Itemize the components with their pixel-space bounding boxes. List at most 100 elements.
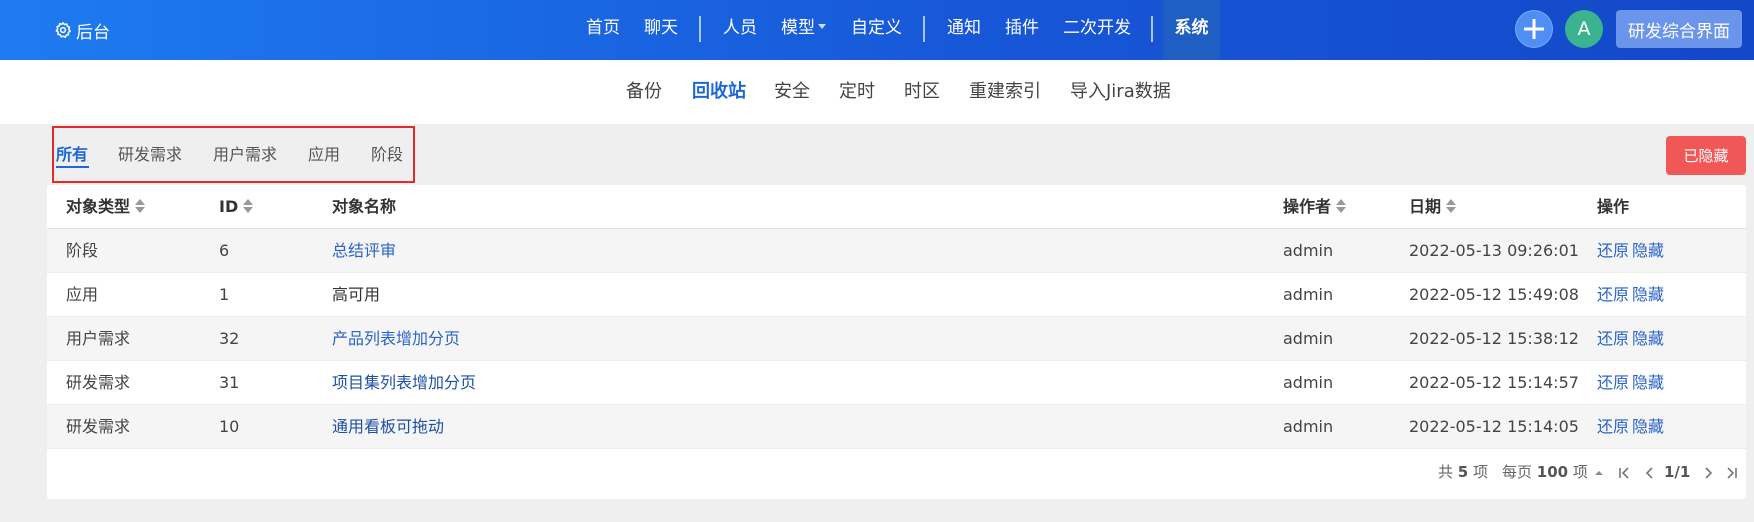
nav-chat[interactable]: 聊天 [644, 0, 678, 60]
nav-people[interactable]: 人员 [723, 0, 757, 60]
avatar[interactable]: A [1565, 10, 1603, 48]
pager-page-indicator: 1/1 [1664, 463, 1691, 481]
col-id-label: ID [219, 197, 239, 216]
col-date-label: 日期 [1409, 197, 1442, 216]
nav-model-label: 模型 [781, 18, 815, 38]
row-object-type: 用户需求 [66, 329, 131, 348]
table-row: 用户需求 32 产品列表增加分页 admin 2022-05-12 15:38:… [47, 317, 1746, 361]
row-object-type: 阶段 [66, 241, 99, 260]
row-operator: admin [1283, 285, 1334, 304]
subnav-import-jira[interactable]: 导入Jira数据 [1070, 60, 1171, 124]
sort-icon [1336, 199, 1347, 213]
main-nav: 首页 聊天 人员 模型 自定义 通知 插件 二次开发 系统 [0, 0, 1754, 60]
nav-home[interactable]: 首页 [586, 0, 620, 60]
table-row: 研发需求 10 通用看板可拖动 admin 2022-05-12 15:14:0… [47, 405, 1746, 449]
sort-icon [1446, 199, 1457, 213]
hide-button[interactable]: 隐藏 [1632, 241, 1664, 260]
tab-all[interactable]: 所有 [56, 143, 88, 167]
subnav-backup[interactable]: 备份 [626, 60, 662, 124]
hide-button[interactable]: 隐藏 [1632, 285, 1664, 304]
recycle-bin-table: 对象类型 ID 对象名称 操作者 日期 操作 阶段 6 总结评审 admin 2… [47, 185, 1746, 499]
next-page-icon[interactable] [1701, 466, 1715, 480]
row-date: 2022-05-12 15:49:08 [1409, 285, 1579, 304]
pager-per-page-count: 100 [1536, 463, 1569, 481]
row-object-name-link[interactable]: 通用看板可拖动 [332, 405, 444, 449]
pager-per-page-prefix: 每页 [1502, 463, 1533, 481]
pager-per-page[interactable]: 每页 100 项 [1502, 455, 1588, 489]
restore-button[interactable]: 还原 [1597, 373, 1629, 392]
col-object-name: 对象名称 [332, 197, 397, 216]
subnav-security[interactable]: 安全 [774, 60, 810, 124]
last-page-icon[interactable] [1725, 466, 1739, 480]
pager-total: 共 5 项 [1438, 455, 1488, 489]
hide-button[interactable]: 隐藏 [1632, 329, 1664, 348]
row-id: 10 [219, 417, 240, 436]
tab-user-requirement[interactable]: 用户需求 [213, 143, 277, 167]
hide-button[interactable]: 隐藏 [1632, 417, 1664, 436]
col-operator[interactable]: 操作者 [1283, 185, 1347, 229]
row-id: 31 [219, 373, 240, 392]
chevron-down-icon [818, 24, 826, 29]
row-date: 2022-05-12 15:14:57 [1409, 373, 1579, 392]
tab-application[interactable]: 应用 [308, 143, 340, 167]
row-id: 32 [219, 329, 240, 348]
first-page-icon[interactable] [1617, 466, 1631, 480]
row-operator: admin [1283, 241, 1334, 260]
row-date: 2022-05-13 09:26:01 [1409, 241, 1579, 260]
restore-button[interactable]: 还原 [1597, 241, 1629, 260]
row-actions: 还原 隐藏 [1597, 273, 1667, 317]
pager-total-count: 5 [1457, 463, 1469, 481]
col-object-type-label: 对象类型 [66, 197, 131, 216]
nav-secondary-dev[interactable]: 二次开发 [1063, 0, 1131, 60]
restore-button[interactable]: 还原 [1597, 329, 1629, 348]
row-object-type: 研发需求 [66, 417, 131, 436]
nav-model[interactable]: 模型 [781, 0, 826, 60]
table-row: 阶段 6 总结评审 admin 2022-05-13 09:26:01 还原 隐藏 [47, 229, 1746, 273]
nav-notify[interactable]: 通知 [947, 0, 981, 60]
sub-nav: 备份 回收站 安全 定时 时区 重建索引 导入Jira数据 [0, 60, 1754, 124]
prev-page-icon[interactable] [1643, 466, 1657, 480]
caret-up-icon[interactable] [1592, 466, 1606, 480]
nav-divider [1151, 16, 1153, 42]
restore-button[interactable]: 还原 [1597, 285, 1629, 304]
row-id: 6 [219, 241, 230, 260]
top-navbar: 后台 首页 聊天 人员 模型 自定义 通知 插件 二次开发 系统 A 研发综合界… [0, 0, 1754, 60]
row-actions: 还原 隐藏 [1597, 361, 1667, 405]
row-object-name-link[interactable]: 产品列表增加分页 [332, 317, 460, 361]
subnav-recycle-bin[interactable]: 回收站 [692, 60, 746, 124]
col-actions: 操作 [1597, 197, 1630, 216]
active-tab-indicator [56, 166, 89, 168]
table-header: 对象类型 ID 对象名称 操作者 日期 操作 [47, 185, 1746, 229]
add-button[interactable] [1515, 10, 1553, 48]
row-actions: 还原 隐藏 [1597, 317, 1667, 361]
table-row: 研发需求 31 项目集列表增加分页 admin 2022-05-12 15:14… [47, 361, 1746, 405]
hidden-items-button[interactable]: 已隐藏 [1666, 136, 1746, 175]
dev-overview-button[interactable]: 研发综合界面 [1616, 10, 1742, 48]
row-object-name-link[interactable]: 项目集列表增加分页 [332, 361, 476, 405]
subnav-cron[interactable]: 定时 [839, 60, 875, 124]
row-object-type: 研发需求 [66, 373, 131, 392]
subnav-rebuild-index[interactable]: 重建索引 [969, 60, 1041, 124]
row-actions: 还原 隐藏 [1597, 405, 1667, 449]
subnav-timezone[interactable]: 时区 [904, 60, 940, 124]
plus-icon [1524, 19, 1544, 39]
col-date[interactable]: 日期 [1409, 185, 1457, 229]
tab-dev-requirement[interactable]: 研发需求 [118, 143, 182, 167]
hide-button[interactable]: 隐藏 [1632, 373, 1664, 392]
nav-custom[interactable]: 自定义 [851, 0, 902, 60]
row-actions: 还原 隐藏 [1597, 229, 1667, 273]
col-operator-label: 操作者 [1283, 197, 1332, 216]
nav-system[interactable]: 系统 [1163, 0, 1220, 60]
sort-icon [243, 199, 254, 213]
row-operator: admin [1283, 417, 1334, 436]
nav-plugin[interactable]: 插件 [1005, 0, 1039, 60]
row-object-name-link[interactable]: 总结评审 [332, 229, 396, 273]
row-object-type: 应用 [66, 285, 99, 304]
restore-button[interactable]: 还原 [1597, 417, 1629, 436]
row-date: 2022-05-12 15:38:12 [1409, 329, 1579, 348]
nav-divider [923, 16, 925, 42]
col-object-type[interactable]: 对象类型 [66, 185, 146, 229]
tab-stage[interactable]: 阶段 [371, 143, 403, 167]
nav-divider [699, 16, 701, 42]
col-id[interactable]: ID [219, 185, 254, 229]
